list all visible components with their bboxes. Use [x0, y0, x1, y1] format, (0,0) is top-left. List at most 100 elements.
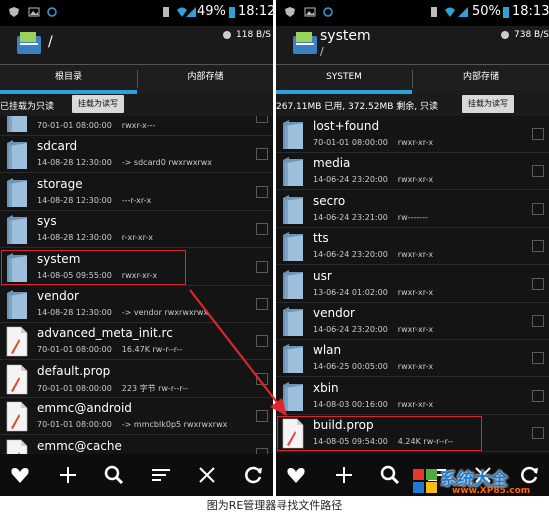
tab-root[interactable]: 根目录 — [0, 65, 137, 91]
folder-row[interactable]: xbin 14-08-03 00:16:00 rwxr-xr-x — [276, 378, 549, 415]
select-checkbox[interactable] — [532, 427, 544, 440]
file-name: vendor — [37, 289, 79, 303]
select-checkbox[interactable] — [256, 185, 268, 198]
file-meta: 14-06-25 00:05:00 rwxr-xr-x — [313, 362, 433, 371]
select-checkbox[interactable] — [532, 315, 544, 327]
tab-internal-storage[interactable]: 内部存储 — [413, 65, 549, 91]
file-permissions: rwxr-x--- — [121, 121, 156, 130]
select-checkbox[interactable] — [532, 352, 544, 365]
file-name: xbin — [313, 380, 339, 395]
watermark-logo: 系统大全 www.XP85.com — [412, 466, 549, 496]
file-meta: 70-01-01 08:00:00 223 字节 rw-r--r-- — [37, 383, 188, 394]
select-checkbox[interactable] — [532, 202, 544, 215]
folder-row[interactable]: system 14-08-05 09:55:00 rwxr-xr-x — [0, 249, 273, 286]
mount-rw-button[interactable]: 挂载为读写 — [462, 95, 514, 113]
folder-row[interactable]: secro 14-06-24 23:21:00 rw------- — [276, 191, 549, 228]
file-row[interactable]: build.prop 14-08-05 09:54:00 4.24K rw-r--r… — [276, 415, 549, 453]
file-meta: 70-01-01 08:00:00 16.47K rw-r--r-- — [37, 345, 182, 354]
close-icon[interactable] — [196, 464, 218, 486]
tab-internal-storage[interactable]: 内部存储 — [138, 65, 273, 91]
file-meta: 70-01-01 08:00:00 -> mmcblk0p5 rwxrwxrwx — [37, 420, 227, 429]
file-name: default.prop — [37, 363, 111, 378]
file-meta: 14-06-24 23:21:00 rw------- — [313, 213, 428, 222]
file-date: 14-08-28 12:30:00 — [37, 233, 112, 243]
file-date: 70-01-01 08:00:00 — [37, 383, 112, 393]
select-checkbox[interactable] — [256, 116, 268, 123]
file-meta: 14-08-28 12:30:00 r-xr-xr-x — [37, 233, 153, 242]
select-checkbox[interactable] — [256, 223, 268, 236]
folder-icon — [7, 215, 27, 245]
select-checkbox[interactable] — [532, 128, 544, 140]
select-checkbox[interactable] — [532, 240, 544, 253]
file-date: 14-06-24 23:20:00 — [313, 175, 388, 185]
folder-icon — [283, 269, 303, 299]
select-checkbox[interactable] — [256, 298, 268, 310]
folder-row[interactable]: vendor 14-08-28 12:30:00 -> vendor rwxrwxr… — [0, 286, 273, 323]
folder-row[interactable]: storage 14-08-28 12:30:00 ---r-xr-x — [0, 174, 273, 211]
storage-usage: 267.11MB 已用, 372.52MB 剩余, 只读 — [276, 102, 439, 112]
folder-icon — [7, 290, 27, 319]
file-name: usr — [313, 268, 332, 283]
file-permissions: rwxr-xr-x — [397, 138, 434, 147]
file-meta: 14-08-28 12:30:00 ---r-xr-x — [37, 196, 151, 205]
search-icon[interactable] — [103, 464, 125, 486]
file-meta: 14-06-24 23:20:00 rwxr-xr-x — [313, 250, 433, 259]
folder-row[interactable]: media 14-06-24 23:20:00 rwxr-xr-x — [276, 153, 549, 191]
sort-icon[interactable] — [150, 464, 172, 486]
file-name: wlan — [313, 343, 342, 358]
network-speed: 738 B/S — [514, 30, 549, 40]
network-speed-icon — [223, 31, 231, 39]
select-checkbox[interactable] — [256, 372, 268, 385]
file-date: 14-08-28 12:30:00 — [37, 195, 112, 205]
select-checkbox[interactable] — [532, 165, 544, 178]
tab-system[interactable]: SYSTEM — [276, 65, 412, 91]
search-icon[interactable] — [379, 464, 401, 486]
select-checkbox[interactable] — [256, 410, 268, 423]
folder-icon — [283, 194, 303, 224]
folder-icon — [283, 120, 303, 149]
mount-rw-button[interactable]: 挂载为读写 — [72, 95, 124, 113]
tab-bar: SYSTEM 内部存储 — [276, 64, 549, 94]
folder-row[interactable]: wlan 14-06-25 00:05:00 rwxr-xr-x — [276, 340, 549, 378]
folder-row[interactable]: sys 14-08-28 12:30:00 r-xr-xr-x — [0, 211, 273, 249]
add-icon[interactable] — [57, 464, 79, 486]
folder-row[interactable]: usr 13-06-24 01:02:00 rwxr-xr-x — [276, 266, 549, 303]
re-explorer-app-icon[interactable] — [292, 30, 318, 56]
file-row[interactable]: emmc@cache — [0, 436, 273, 454]
current-path: / — [48, 34, 53, 50]
bookmark-heart-icon[interactable] — [285, 464, 307, 486]
file-date: 70-01-01 08:00:00 — [37, 121, 112, 130]
select-checkbox[interactable] — [532, 389, 544, 402]
re-explorer-app-icon[interactable] — [16, 30, 42, 56]
select-checkbox[interactable] — [256, 335, 268, 348]
select-checkbox[interactable] — [532, 277, 544, 290]
bookmark-heart-icon[interactable] — [9, 464, 31, 486]
file-date: 14-08-28 12:30:00 — [37, 308, 112, 317]
file-name: sdcard — [37, 139, 78, 154]
file-date: 70-01-01 08:00:00 — [37, 345, 112, 355]
file-permissions: rwxr-xr-x — [397, 287, 434, 297]
folder-row[interactable]: lost+found 70-01-01 08:00:00 rwxr-xr-x — [276, 116, 549, 153]
file-row[interactable]: emmc@android 70-01-01 08:00:00 -> mmcblk0p… — [0, 398, 273, 436]
select-checkbox[interactable] — [256, 260, 268, 273]
file-permissions: rw------- — [397, 212, 428, 222]
file-permissions: -> vendor rwxrwxrwx — [121, 308, 209, 317]
app-header: system / 738 B/S — [276, 26, 549, 64]
refresh-icon[interactable] — [242, 464, 264, 486]
file-date: 70-01-01 08:00:00 — [313, 138, 388, 147]
file-meta: 13-06-24 01:02:00 rwxr-xr-x — [313, 288, 433, 297]
folder-row[interactable]: 70-01-01 08:00:00 rwxr-x--- — [0, 116, 273, 136]
file-date: 14-06-24 23:21:00 — [313, 212, 388, 222]
file-date: 70-01-01 08:00:00 — [37, 420, 112, 430]
folder-row[interactable]: tts 14-06-24 23:20:00 rwxr-xr-x — [276, 228, 549, 266]
highlight-box — [277, 416, 482, 452]
file-row[interactable]: default.prop 70-01-01 08:00:00 223 字节 rw-r… — [0, 361, 273, 398]
add-icon[interactable] — [333, 464, 355, 486]
select-checkbox[interactable] — [256, 148, 268, 161]
highlight-box — [1, 249, 186, 285]
network-speed: 118 B/S — [236, 30, 271, 40]
file-name: storage — [37, 176, 83, 191]
folder-row[interactable]: sdcard 14-08-28 12:30:00 -> sdcard0 rwxrwx… — [0, 136, 273, 174]
file-row[interactable]: advanced_meta_init.rc 70-01-01 08:00:00 16… — [0, 323, 273, 361]
folder-row[interactable]: vendor 14-06-24 23:20:00 rwxr-xr-x — [276, 303, 549, 340]
